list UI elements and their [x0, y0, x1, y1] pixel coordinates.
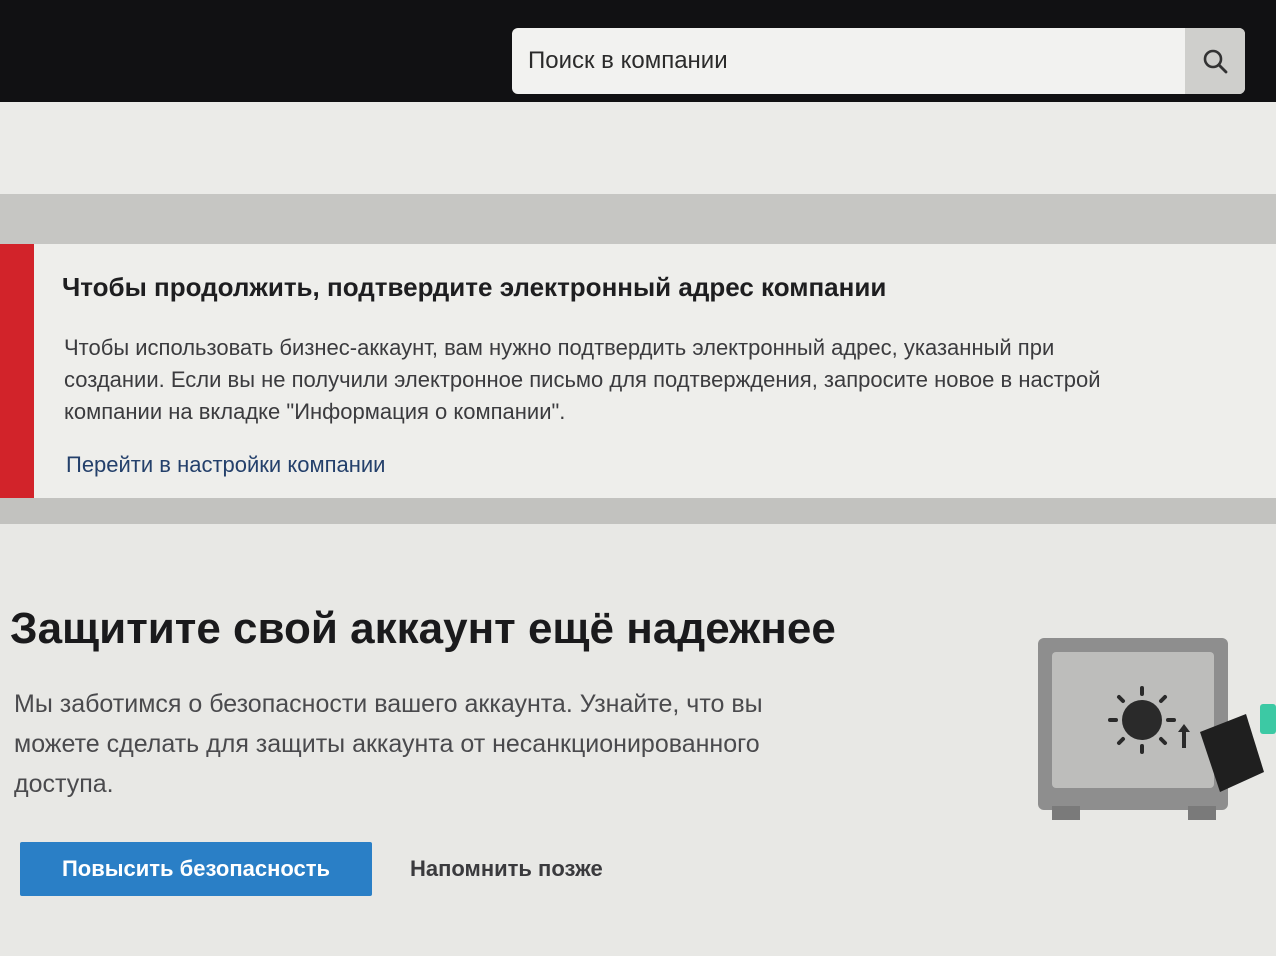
- alert-description-line: Чтобы использовать бизнес-аккаунт, вам н…: [64, 335, 1055, 360]
- security-description: Мы заботимся о безопасности вашего аккау…: [14, 684, 914, 804]
- security-description-line: Мы заботимся о безопасности вашего аккау…: [14, 690, 763, 718]
- account-security-card: Защитите свой аккаунт ещё надежнее Мы за…: [0, 524, 1276, 956]
- section-divider: [0, 498, 1276, 524]
- alert-description-line: создании. Если вы не получили электронно…: [64, 367, 1101, 392]
- alert-description: Чтобы использовать бизнес-аккаунт, вам н…: [64, 332, 1264, 428]
- header-spacer: [0, 102, 1276, 194]
- alert-description-line: компании на вкладке "Информация о компан…: [64, 399, 566, 424]
- remind-later-button[interactable]: Напомнить позже: [410, 842, 603, 896]
- security-description-line: можете сделать для защиты аккаунта от не…: [14, 730, 760, 758]
- email-verification-alert: Чтобы продолжить, подтвердите электронны…: [0, 244, 1276, 498]
- search-icon: [1203, 49, 1228, 74]
- company-search: [512, 28, 1245, 94]
- search-button[interactable]: [1185, 28, 1245, 94]
- security-description-line: доступа.: [14, 770, 114, 798]
- company-settings-link[interactable]: Перейти в настройки компании: [66, 452, 385, 478]
- alert-accent-stripe: [0, 244, 34, 498]
- section-divider: [0, 194, 1276, 244]
- alert-title: Чтобы продолжить, подтвердите электронны…: [62, 272, 887, 302]
- security-title: Защитите свой аккаунт ещё надежнее: [10, 604, 836, 653]
- top-header: [0, 0, 1276, 102]
- improve-security-button[interactable]: Повысить безопасность: [20, 842, 372, 896]
- safe-icon: [1038, 638, 1276, 820]
- company-search-input[interactable]: [512, 28, 1184, 94]
